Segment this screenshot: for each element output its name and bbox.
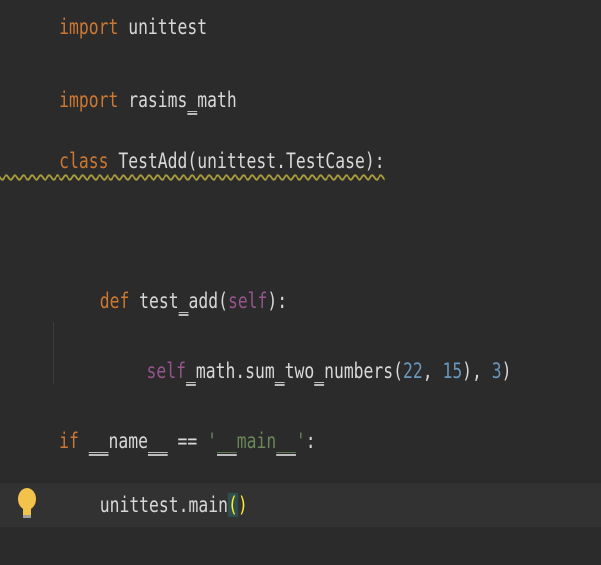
keyword-def: def [99,289,130,313]
number-literal: 15 [442,359,463,383]
module-name: unittest [118,15,208,39]
code-text: math.sum [195,359,275,383]
paren-close: ) [501,359,512,383]
code-text: two [284,359,315,383]
keyword-import: import [59,15,119,39]
class-signature: TestAdd(unittest.TestCase): [108,149,385,173]
paren-colon: ): [267,289,288,313]
comma: , [422,359,443,383]
code-text: numbers( [324,359,403,383]
underscore: _ [178,289,189,313]
dunder: __ [276,429,296,453]
quote: ' [295,429,306,453]
code-line-unittest-main[interactable]: unittest.main() [0,483,601,527]
number-literal: 3 [491,359,502,383]
code-line-class-def[interactable]: class TestAdd(unittest.TestCase): [0,141,601,181]
underscore: _ [274,359,285,383]
number-literal: 22 [402,359,423,383]
paren-comma: ), [462,359,482,383]
colon: : [305,429,316,453]
keyword-class: class [59,149,109,173]
underscore: _ [314,359,325,383]
function-name-part: add( [188,289,228,313]
function-name-part: test [129,289,179,313]
call-unittest-main: unittest.main [99,493,228,517]
self-param: self [227,289,268,313]
paren-open: ( [227,493,238,517]
lightbulb-icon[interactable] [16,487,38,521]
self-keyword: self [146,359,186,383]
paren-close: ) [237,493,248,517]
underscore: _ [185,359,196,383]
code-editor[interactable]: import unittest import rasims_math class… [0,0,601,527]
